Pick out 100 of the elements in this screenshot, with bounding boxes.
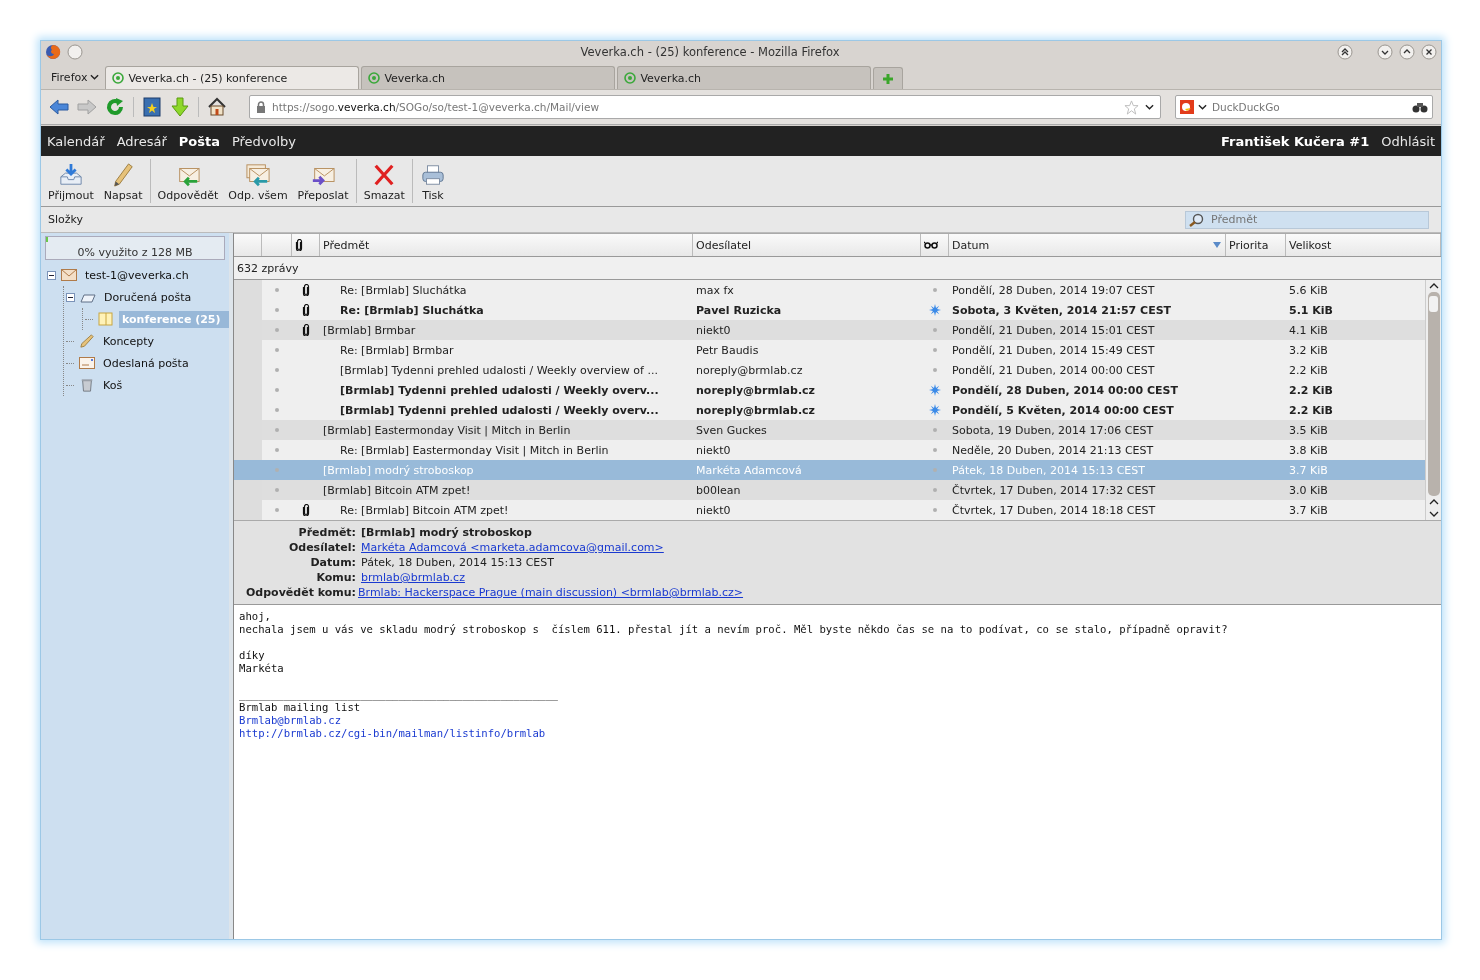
nav-link[interactable]: Předvolby xyxy=(231,133,297,149)
date-cell: Pondělí, 28 Duben, 2014 00:00 CEST xyxy=(952,383,1178,397)
body-line: Markéta xyxy=(239,662,285,675)
column-header[interactable]: Priorita xyxy=(1226,234,1286,256)
folder-item[interactable]: Odeslaná pošta xyxy=(100,354,192,372)
sender-cell: Pavel Ruzicka xyxy=(696,303,782,317)
date-cell: Pondělí, 5 Květen, 2014 00:00 CEST xyxy=(952,403,1174,417)
firefox-menu-button[interactable]: Firefox xyxy=(47,65,104,89)
url-field[interactable]: https://sogo.veverka.ch/SOGo/so/test-1@veverka.ch/Mail/view xyxy=(249,95,1161,119)
date-cell: Pondělí, 21 Duben, 2014 00:00 CEST xyxy=(952,363,1155,377)
column-header[interactable]: Velikost xyxy=(1286,234,1441,256)
nav-link[interactable]: Kalendář xyxy=(47,133,105,149)
message-count: 632 zprávy xyxy=(237,261,299,275)
date-cell: Čtvrtek, 17 Duben, 2014 17:32 CEST xyxy=(952,483,1156,497)
message-row[interactable]: Re: [Brmlab] Brmbar Petr Baudis Pondělí, 21 Duben, 2014 15:49 CEST 3.2 KiB xyxy=(234,340,1425,360)
sender-cell: niekt0 xyxy=(696,503,731,517)
size-cell: 2.2 KiB xyxy=(1289,383,1333,397)
body-link[interactable]: Brmlab@brmlab.cz xyxy=(239,714,342,727)
window-title: Veverka.ch - (25) konference - Mozilla Firefox xyxy=(579,45,841,59)
sender-cell: noreply@brmlab.cz xyxy=(696,403,816,417)
sender-cell: max fx xyxy=(696,283,734,297)
folder-item[interactable]: Koš xyxy=(100,376,126,394)
body-line: Brmlab mailing list xyxy=(239,701,362,714)
date-cell: Pondělí, 21 Duben, 2014 15:49 CEST xyxy=(952,343,1155,357)
date-cell: Sobota, 19 Duben, 2014 17:06 CEST xyxy=(952,423,1154,437)
browser-tab[interactable]: Veverka.ch xyxy=(361,66,616,89)
subject-cell: Re: [Brmlab] Bitcoin ATM zpet! xyxy=(340,503,509,517)
size-cell: 2.2 KiB xyxy=(1289,403,1333,417)
logout-link[interactable]: Odhlásit xyxy=(1381,133,1435,149)
message-row[interactable]: Re: [Brmlab] Sluchátka Pavel Ruzicka Sobota, 3 Květen, 2014 21:57 CEST 5.1 KiB xyxy=(234,300,1425,320)
search-field[interactable]: DuckDuckGo xyxy=(1175,95,1433,119)
body-link[interactable]: http://brmlab.cz/cgi-bin/mailman/listinfo/brmlab xyxy=(239,727,546,740)
size-cell: 3.5 KiB xyxy=(1289,423,1328,437)
toolbar-button[interactable]: Přijmout xyxy=(43,156,99,206)
column-header[interactable]: Datum xyxy=(949,234,1226,256)
toolbar-button[interactable]: Přeposlat xyxy=(292,156,354,206)
sender-cell: Sven Guckes xyxy=(696,423,767,437)
message-row[interactable]: Re: [Brmlab] Bitcoin ATM zpet! niekt0 Čtvrtek, 17 Duben, 2014 18:18 CEST 3.7 KiB xyxy=(234,500,1425,520)
subject-cell: [Brmlab] Bitcoin ATM zpet! xyxy=(323,483,471,497)
size-cell: 4.1 KiB xyxy=(1289,323,1328,337)
message-row[interactable]: Re: [Brmlab] Sluchátka max fx Pondělí, 28 Duben, 2014 19:07 CEST 5.6 KiB xyxy=(234,280,1425,300)
toolbar-button[interactable]: Smazat xyxy=(358,156,410,206)
toolbar-button[interactable]: Napsat xyxy=(98,156,148,206)
folder-item[interactable]: Doručená pošta xyxy=(101,288,195,306)
date-cell: Pátek, 18 Duben, 2014 15:13 CEST xyxy=(952,463,1145,477)
folder-item[interactable]: test-1@veverka.ch xyxy=(82,266,192,284)
header-link[interactable]: Markéta Adamcová <marketa.adamcova@gmail.com> xyxy=(360,541,664,554)
header-link[interactable]: brmlab@brmlab.cz xyxy=(360,571,465,584)
body-line: díky xyxy=(239,649,266,662)
folder-item[interactable]: Koncepty xyxy=(100,332,157,350)
header-label: Odesílatel: xyxy=(287,541,356,554)
header-value: Pátek, 18 Duben, 2014 15:13 CEST xyxy=(360,556,554,569)
body-line: ahoj, xyxy=(239,610,272,623)
size-cell: 3.0 KiB xyxy=(1289,483,1328,497)
column-header[interactable]: Odesílatel xyxy=(693,234,921,256)
nav-link[interactable]: Adresář xyxy=(116,133,167,149)
browser-tab[interactable]: Veverka.ch xyxy=(617,66,872,89)
sender-cell: b00lean xyxy=(696,483,741,497)
folders-title: Složky xyxy=(48,213,84,226)
date-cell: Neděle, 20 Duben, 2014 21:13 CEST xyxy=(952,443,1154,457)
header-label: Odpovědět komu: xyxy=(245,586,356,599)
date-cell: Čtvrtek, 17 Duben, 2014 18:18 CEST xyxy=(952,503,1156,517)
subject-cell: [Brmlab] Eastermonday Visit | Mitch in Berlin xyxy=(323,423,571,437)
message-row[interactable]: Re: [Brmlab] Eastermonday Visit | Mitch in Berlin niekt0 Neděle, 20 Duben, 2014 21:13 CEST 3.8 KiB xyxy=(234,440,1425,460)
subject-search-field[interactable]: Předmět xyxy=(1185,210,1429,229)
size-cell: 3.2 KiB xyxy=(1289,343,1328,357)
body-line: __________________________________________________ xyxy=(239,688,559,701)
sender-cell: Petr Baudis xyxy=(696,343,759,357)
header-value: [Brmlab] modrý stroboskop xyxy=(360,526,532,539)
quota-text: 0% využito z 128 MB xyxy=(77,246,193,259)
sender-cell: niekt0 xyxy=(696,443,731,457)
nav-link[interactable]: Pošta xyxy=(178,133,220,149)
subject-cell: Re: [Brmlab] Sluchátka xyxy=(340,283,467,297)
subject-cell: [Brmlab] modrý stroboskop xyxy=(323,463,474,477)
sender-cell: niekt0 xyxy=(696,323,731,337)
sender-cell: noreply@brmlab.cz xyxy=(696,363,803,377)
size-cell: 5.6 KiB xyxy=(1289,283,1328,297)
size-cell: 3.8 KiB xyxy=(1289,443,1328,457)
sender-cell: noreply@brmlab.cz xyxy=(696,383,816,397)
sender-cell: Markéta Adamcová xyxy=(696,463,802,477)
message-row[interactable]: [Brmlab] Tydenni prehled udalosti / Weekly overview of ... noreply@brmlab.cz Pondělí, 21 Duben, 2014 00:00 CEST 2.2 KiB xyxy=(234,360,1425,380)
toolbar-button[interactable]: Odpovědět xyxy=(152,156,224,206)
toolbar-button[interactable]: Tisk xyxy=(414,156,451,206)
user-name: František Kučera #1 xyxy=(1221,133,1370,149)
column-header[interactable]: Předmět xyxy=(320,234,693,256)
message-row[interactable]: [Brmlab] Tydenni prehled udalosti / Weekly overv... noreply@brmlab.cz Pondělí, 5 Květen, 2014 00:00 CEST 2.2 KiB xyxy=(234,400,1425,420)
subject-cell: [Brmlab] Tydenni prehled udalosti / Weekly overv... xyxy=(340,383,659,397)
date-cell: Pondělí, 28 Duben, 2014 19:07 CEST xyxy=(952,283,1155,297)
subject-cell: [Brmlab] Tydenni prehled udalosti / Weekly overview of ... xyxy=(340,363,658,377)
subject-cell: [Brmlab] Brmbar xyxy=(323,323,416,337)
subject-cell: [Brmlab] Tydenni prehled udalosti / Weekly overv... xyxy=(340,403,659,417)
header-label: Datum: xyxy=(309,556,356,569)
header-link[interactable]: Brmlab: Hackerspace Prague (main discussion) <brmlab@brmlab.cz> xyxy=(357,586,744,599)
subject-cell: Re: [Brmlab] Brmbar xyxy=(340,343,454,357)
message-row[interactable]: [Brmlab] Tydenni prehled udalosti / Weekly overv... noreply@brmlab.cz Pondělí, 28 Duben, 2014 00:00 CEST 2.2 KiB xyxy=(234,380,1425,400)
body-line: nechala jsem u vás ve skladu modrý stroboskop s číslem 611. přestal jít a nevím proč. Měl byste někdo čas se na to podívat, co se stalo, případně opravit? xyxy=(239,623,1229,636)
subject-cell: Re: [Brmlab] Eastermonday Visit | Mitch in Berlin xyxy=(340,443,609,457)
size-cell: 2.2 KiB xyxy=(1289,363,1328,377)
toolbar-button[interactable]: Odp. všem xyxy=(223,156,293,206)
browser-tab[interactable]: Veverka.ch - (25) konference xyxy=(105,66,360,89)
